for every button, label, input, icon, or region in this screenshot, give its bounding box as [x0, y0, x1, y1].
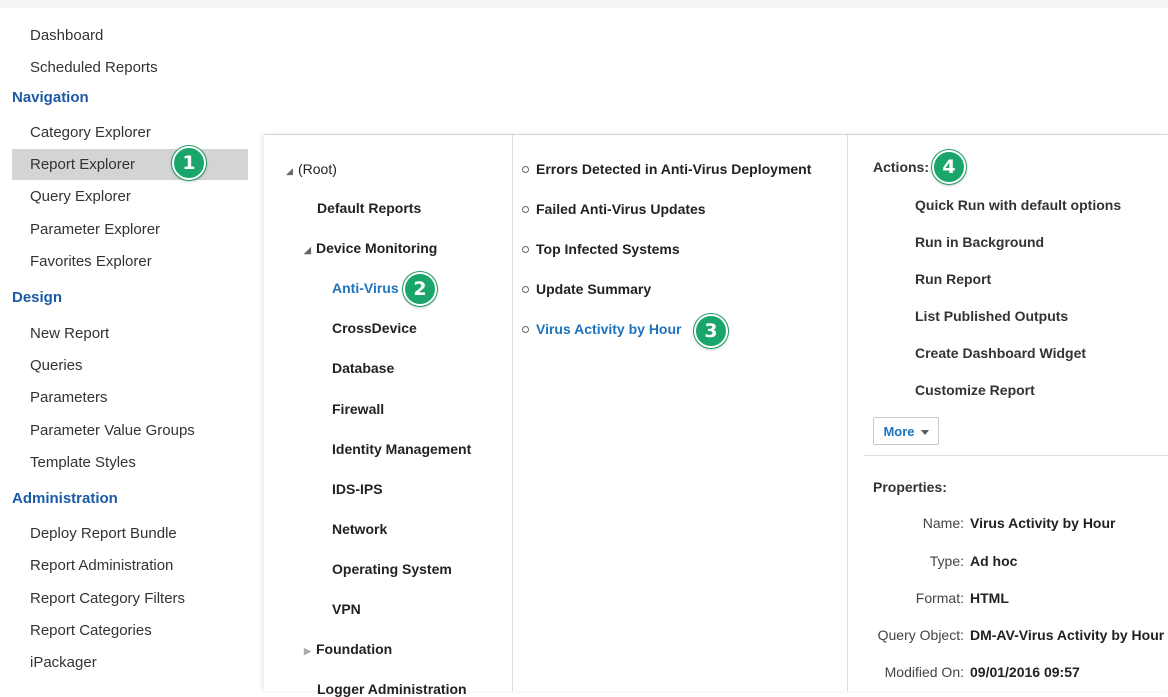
report-item-selected[interactable]: Virus Activity by Hour: [522, 321, 681, 337]
report-bullet-icon: [522, 325, 529, 333]
report-item[interactable]: Top Infected Systems: [522, 241, 680, 257]
property-value-modified-on: 09/01/2016 09:57: [970, 664, 1080, 680]
action-customize-report[interactable]: Customize Report: [915, 382, 1035, 398]
report-item[interactable]: Failed Anti-Virus Updates: [522, 201, 706, 217]
divider: [864, 455, 1168, 456]
action-run-report[interactable]: Run Report: [915, 271, 991, 287]
report-bullet-icon: [522, 165, 529, 173]
tree-node-crossdevice[interactable]: CrossDevice: [332, 320, 417, 336]
sidebar-heading-administration: Administration: [12, 490, 118, 507]
sidebar-item-report-explorer[interactable]: Report Explorer: [12, 149, 248, 180]
property-key-format: Format:: [915, 590, 964, 606]
sidebar-item-dashboard[interactable]: Dashboard: [12, 20, 248, 51]
sidebar-item-ipackager[interactable]: iPackager: [12, 647, 248, 678]
property-key-name: Name:: [922, 515, 964, 531]
sidebar-item-query-explorer[interactable]: Query Explorer: [12, 181, 248, 212]
sidebar-item-report-categories[interactable]: Report Categories: [12, 615, 248, 646]
tree-node-identity-management[interactable]: Identity Management: [332, 441, 471, 457]
tree-node-device-monitoring[interactable]: ◢ Device Monitoring: [304, 240, 437, 256]
report-bullet-icon: [522, 245, 529, 253]
tree-node-firewall[interactable]: Firewall: [332, 401, 384, 417]
sidebar-item-scheduled-reports[interactable]: Scheduled Reports: [12, 52, 248, 83]
callout-badge-1: 1: [172, 146, 206, 180]
callout-badge-3: 3: [694, 314, 728, 348]
action-run-in-background[interactable]: Run in Background: [915, 234, 1044, 250]
callout-badge-2: 2: [403, 272, 437, 306]
tree-node-root[interactable]: ◢ (Root): [286, 161, 337, 177]
collapsed-triangle-icon: ▶: [304, 646, 311, 656]
sidebar-item-queries[interactable]: Queries: [12, 350, 248, 381]
tree-node-logger-administration[interactable]: Logger Administration: [317, 681, 467, 697]
expanded-triangle-icon: ◢: [286, 166, 293, 176]
sidebar-item-new-report[interactable]: New Report: [12, 318, 248, 349]
callout-badge-4: 4: [932, 150, 966, 184]
sidebar-item-category-explorer[interactable]: Category Explorer: [12, 117, 248, 148]
tree-node-vpn[interactable]: VPN: [332, 601, 361, 617]
properties-label: Properties:: [873, 479, 947, 495]
property-key-query-object: Query Object:: [877, 627, 964, 643]
tree-node-network[interactable]: Network: [332, 521, 387, 537]
property-value-query-object: DM-AV-Virus Activity by Hour: [970, 627, 1165, 643]
property-value-type: Ad hoc: [970, 553, 1018, 569]
tree-node-anti-virus[interactable]: Anti-Virus: [332, 280, 399, 296]
tree-node-foundation[interactable]: ▶ Foundation: [304, 641, 392, 657]
actions-label: Actions:: [873, 159, 929, 175]
column-divider: [847, 135, 848, 691]
report-bullet-icon: [522, 285, 529, 293]
report-item[interactable]: Update Summary: [522, 281, 651, 297]
action-list-published-outputs[interactable]: List Published Outputs: [915, 308, 1068, 324]
action-create-dashboard-widget[interactable]: Create Dashboard Widget: [915, 345, 1086, 361]
top-bar: [0, 0, 1168, 8]
property-value-name: Virus Activity by Hour: [970, 515, 1116, 531]
sidebar-heading-navigation: Navigation: [12, 89, 89, 106]
property-value-format: HTML: [970, 590, 1009, 606]
sidebar-item-report-category-filters[interactable]: Report Category Filters: [12, 583, 248, 614]
sidebar-item-report-administration[interactable]: Report Administration: [12, 550, 248, 581]
tree-node-ids-ips[interactable]: IDS-IPS: [332, 481, 383, 497]
sidebar-item-parameter-explorer[interactable]: Parameter Explorer: [12, 214, 248, 245]
sidebar-item-deploy-report-bundle[interactable]: Deploy Report Bundle: [12, 518, 248, 549]
column-divider: [512, 135, 513, 691]
expanded-triangle-icon: ◢: [304, 245, 311, 255]
report-explorer-panel: ◢ (Root) Default Reports ◢ Device Monitori…: [264, 134, 1168, 697]
caret-down-icon: [920, 430, 929, 436]
property-key-type: Type:: [929, 553, 964, 569]
action-quick-run[interactable]: Quick Run with default options: [915, 197, 1121, 213]
sidebar-item-template-styles[interactable]: Template Styles: [12, 447, 248, 478]
sidebar-heading-design: Design: [12, 289, 63, 306]
tree-node-default-reports[interactable]: Default Reports: [317, 200, 421, 216]
sidebar-item-parameter-value-groups[interactable]: Parameter Value Groups: [12, 415, 248, 446]
property-key-modified-on: Modified On:: [884, 664, 964, 680]
sidebar-item-favorites-explorer[interactable]: Favorites Explorer: [12, 246, 248, 277]
tree-node-database[interactable]: Database: [332, 360, 394, 376]
tree-node-operating-system[interactable]: Operating System: [332, 561, 452, 577]
report-item[interactable]: Errors Detected in Anti-Virus Deployment: [522, 161, 811, 177]
report-bullet-icon: [522, 205, 529, 213]
sidebar-item-parameters[interactable]: Parameters: [12, 382, 248, 413]
more-button[interactable]: More: [873, 417, 939, 445]
sidebar: Dashboard Scheduled Reports Navigation C…: [0, 18, 255, 690]
